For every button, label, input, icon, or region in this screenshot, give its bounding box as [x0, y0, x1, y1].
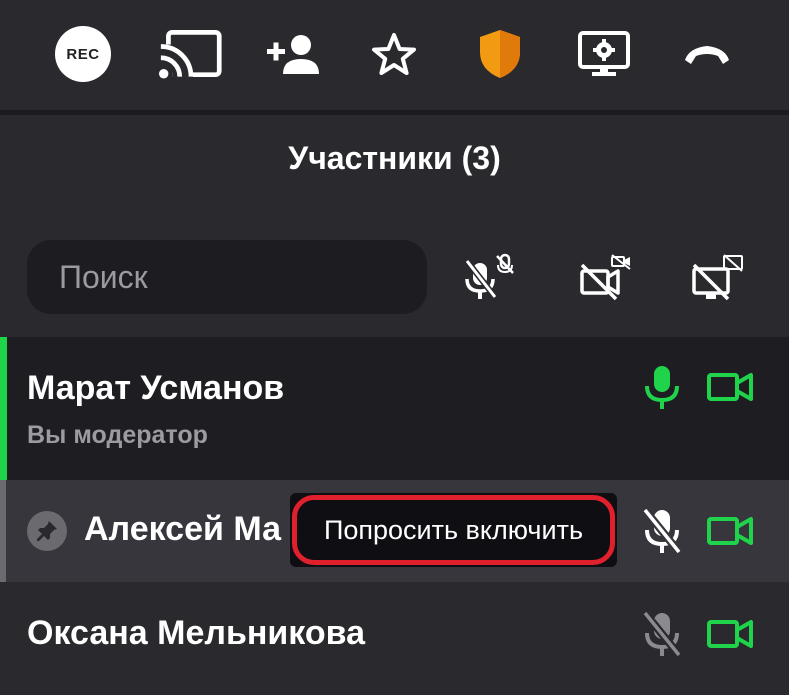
camera-on-icon	[707, 517, 753, 545]
hangup-icon	[685, 46, 729, 64]
mic-button[interactable]	[638, 363, 686, 411]
participants-app: REC Участники (3) Поиск Марат Усманов Вы…	[0, 0, 789, 695]
camera-on-icon	[707, 620, 753, 648]
stop-all-screens-button[interactable]	[690, 250, 746, 306]
cast-icon	[159, 30, 222, 79]
participant-row[interactable]: Марат Усманов Вы модератор	[0, 337, 789, 480]
screen-settings-button[interactable]	[572, 22, 636, 86]
mic-button[interactable]	[638, 610, 686, 658]
mic-off-icon	[642, 508, 682, 554]
camera-button[interactable]	[706, 507, 754, 555]
pin-button[interactable]	[27, 511, 67, 551]
mute-all-button[interactable]	[463, 250, 519, 306]
tooltip-highlight: Попросить включить	[292, 495, 615, 565]
camera-button[interactable]	[706, 610, 754, 658]
toolbar-divider	[0, 110, 789, 115]
shield-icon	[480, 30, 520, 78]
disable-all-cameras-button[interactable]	[578, 250, 634, 306]
screen-settings-icon	[578, 31, 630, 76]
search-box	[27, 240, 427, 314]
mic-button[interactable]	[638, 507, 686, 555]
search-input[interactable]	[57, 257, 411, 297]
cast-button[interactable]	[159, 22, 223, 86]
row-hover-indicator	[0, 480, 6, 582]
stop-all-screen-icon	[692, 254, 743, 301]
mic-off-icon	[642, 611, 682, 657]
security-button[interactable]	[468, 22, 532, 86]
ask-to-unmute-tooltip[interactable]: Попросить включить	[290, 493, 617, 567]
top-toolbar: REC	[0, 0, 789, 110]
record-button[interactable]: REC	[51, 22, 115, 86]
moderator-label: Вы модератор	[27, 421, 208, 449]
camera-button[interactable]	[706, 363, 754, 411]
tooltip-text: Попросить включить	[323, 514, 584, 545]
pin-icon	[37, 521, 57, 541]
speaking-indicator	[0, 337, 7, 480]
star-icon	[372, 33, 416, 75]
hangup-button[interactable]	[675, 22, 739, 86]
participant-name: Оксана Мельникова	[27, 614, 366, 652]
rec-icon: REC	[55, 26, 111, 82]
participant-row[interactable]: Оксана Мельникова	[0, 582, 789, 695]
mic-on-icon	[645, 366, 679, 409]
favorite-button[interactable]	[362, 22, 426, 86]
camera-on-icon	[707, 373, 753, 401]
add-participant-button[interactable]	[261, 22, 325, 86]
participant-name: Алексей Ма	[84, 510, 281, 548]
participant-name: Марат Усманов	[27, 369, 285, 407]
rec-label: REC	[66, 45, 100, 63]
disable-all-camera-icon	[580, 254, 631, 301]
mute-all-mic-icon	[464, 253, 514, 299]
participants-title: Участники (3)	[288, 140, 501, 176]
add-person-icon	[267, 35, 319, 74]
